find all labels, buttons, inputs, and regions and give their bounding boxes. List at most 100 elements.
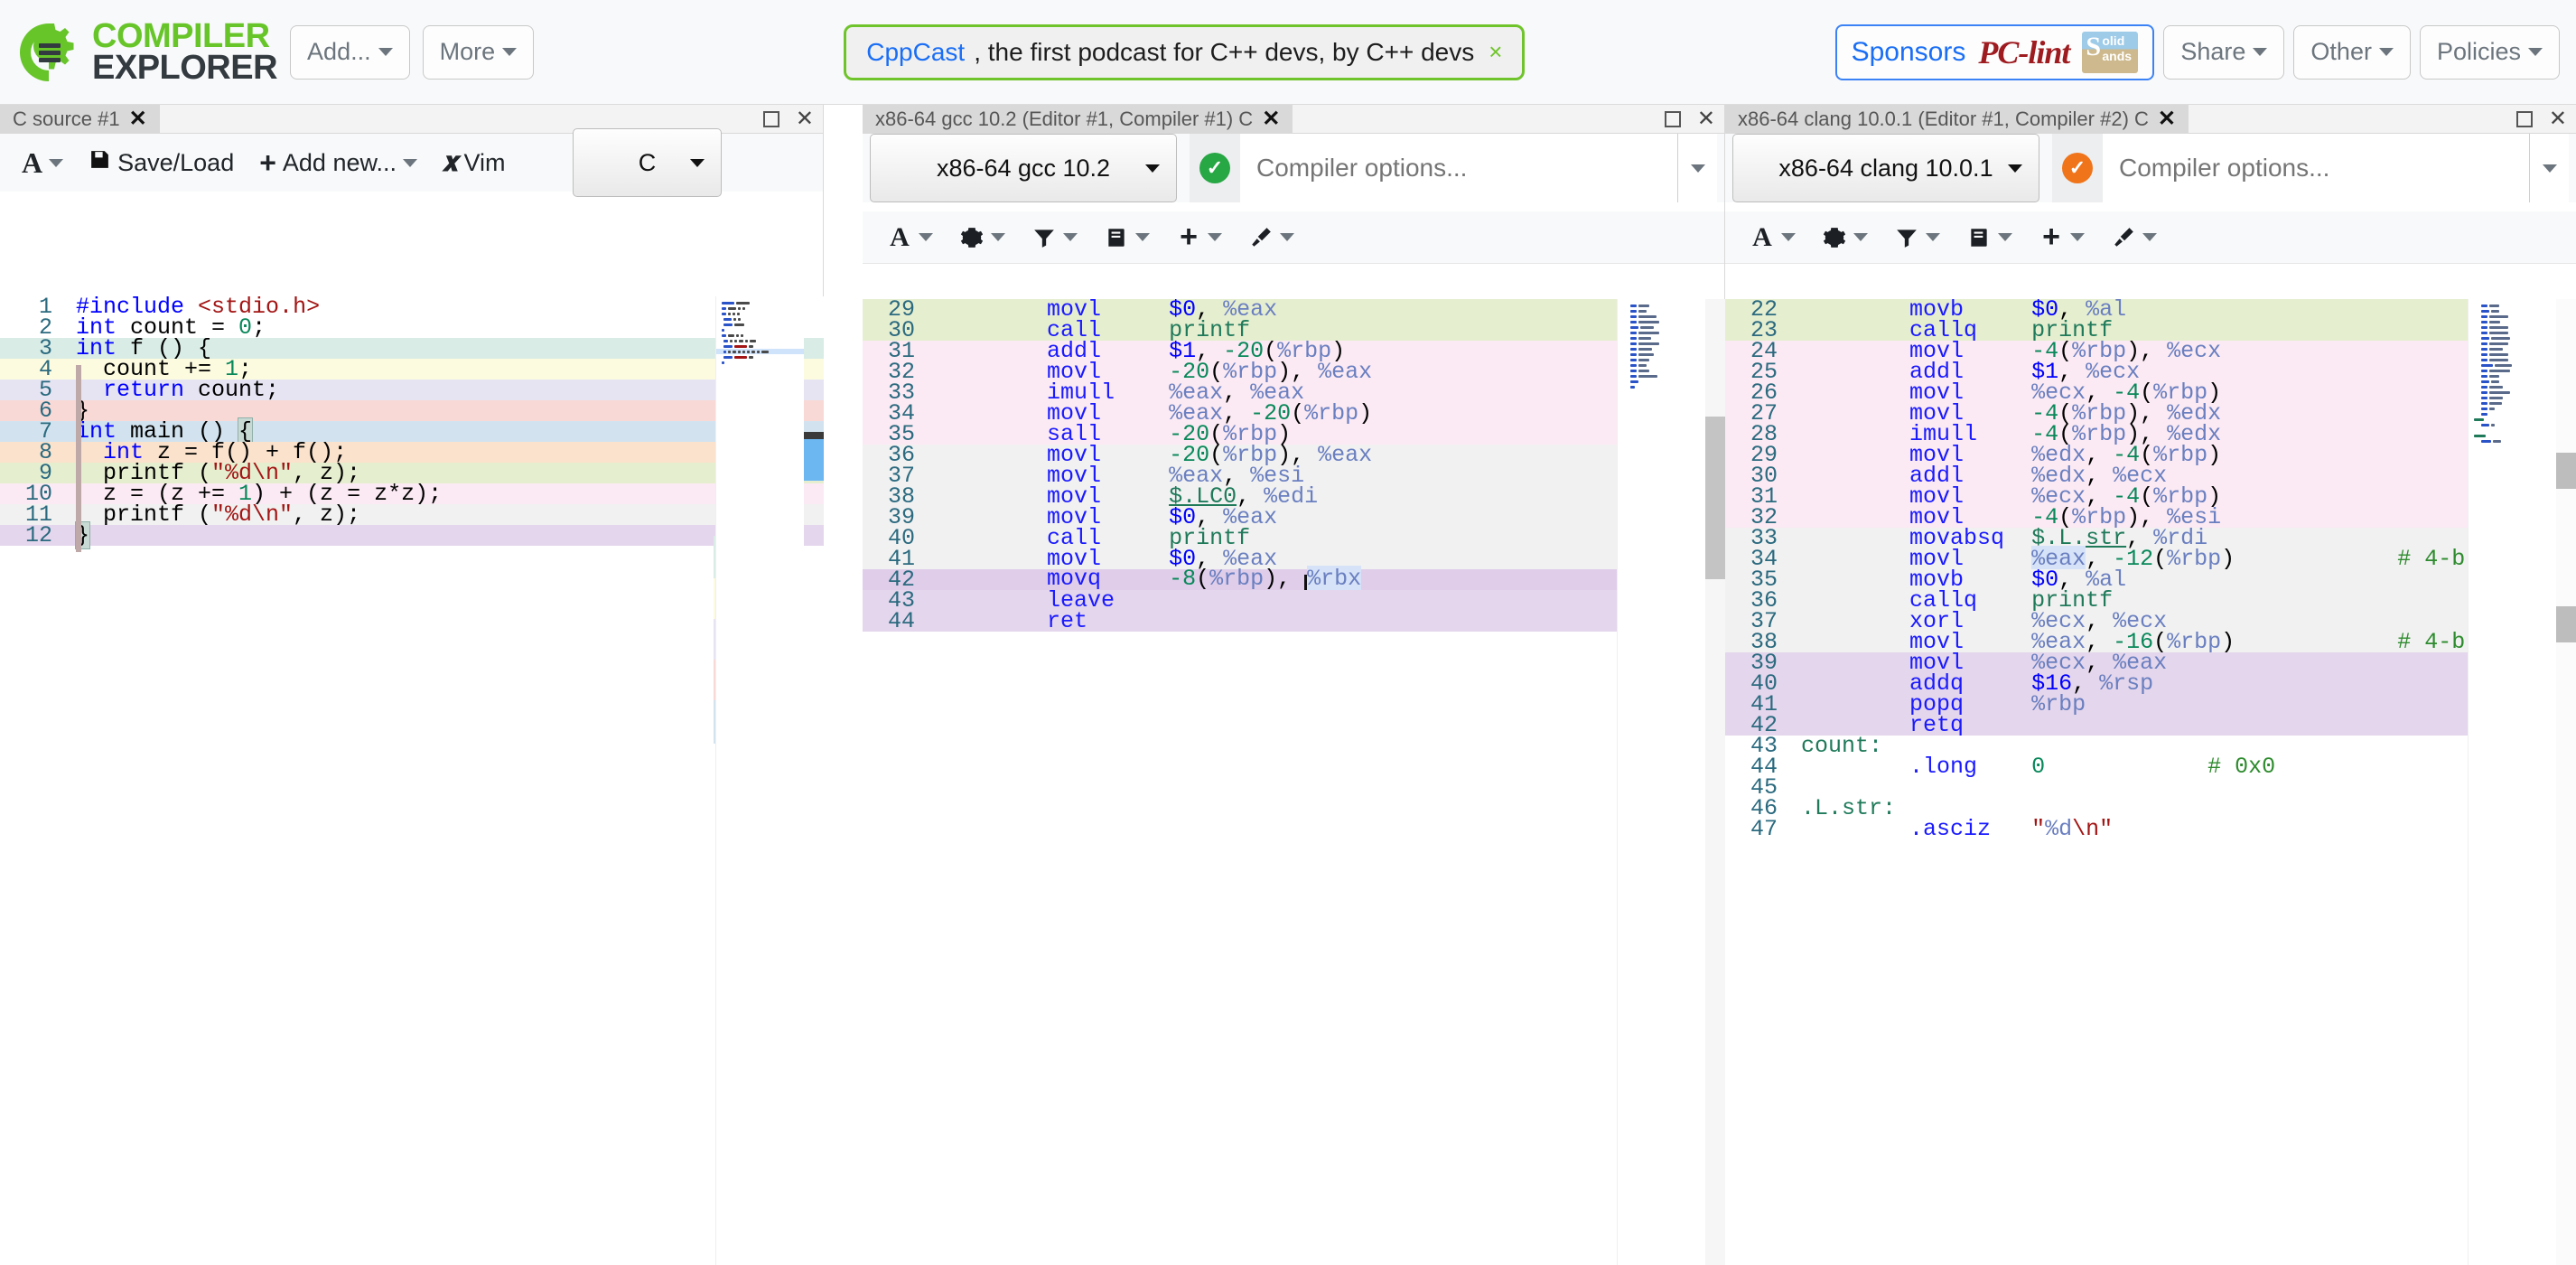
other-dropdown-button[interactable]: Other (2293, 24, 2411, 80)
close-icon[interactable]: ✕ (796, 106, 814, 132)
tab-gcc-compiler[interactable]: x86-64 gcc 10.2 (Editor #1, Compiler #1)… (863, 105, 1293, 133)
line-content: retq (1909, 712, 1965, 738)
source-line: 5 return count; (0, 377, 824, 403)
gcc-settings-button[interactable] (946, 219, 1018, 257)
other-label: Other (2310, 38, 2372, 65)
line-number: 2 (38, 314, 52, 341)
maximize-icon[interactable] (1664, 110, 1681, 127)
gcc-tools-button[interactable] (1235, 219, 1307, 257)
gcc-font-button[interactable]: A (873, 219, 946, 257)
line-number: 3 (38, 335, 52, 361)
line-content: .long 0 # 0x0 (1909, 754, 2276, 780)
source-vertical-scrollbar[interactable] (804, 296, 824, 1265)
clang-libraries-button[interactable] (1953, 219, 2025, 257)
tab-c-source-1[interactable]: C source #1 ✕ (0, 105, 160, 133)
gcc-assembly-output[interactable]: 29 movl $0, %eax 30 call printf 31 addl $1… (863, 299, 1725, 1265)
close-icon[interactable]: ✕ (1262, 106, 1280, 132)
banner-text: , the first podcast for C++ devs, by C++… (974, 37, 1475, 66)
gcc-icon-toolbar: A + (863, 211, 1724, 264)
line-content (1801, 777, 2576, 798)
pclint-logo: PC-lint (1978, 33, 2070, 70)
libraries-icon (1103, 224, 1130, 251)
minimap-line (1618, 384, 1705, 389)
more-dropdown-button[interactable]: More (422, 24, 535, 80)
editor-panel: C source #1 ✕ ✕ A Save/Load + Add new... (0, 105, 824, 1265)
clang-compiler-options-input[interactable] (2103, 134, 2529, 202)
gear-icon (958, 224, 985, 251)
gcc-options-group: ✓ (1190, 134, 1717, 202)
source-minimap[interactable] (715, 296, 804, 1265)
clang-line-list: 22 movb $0, %al 23 callq printf 24 movl -4… (1725, 299, 2576, 842)
chevron-down-icon (919, 233, 933, 241)
add-new-label: Add new... (282, 148, 397, 176)
line-number: 8 (38, 439, 52, 465)
close-icon[interactable]: ✕ (2158, 106, 2176, 132)
maximize-icon[interactable] (762, 110, 779, 127)
clang-assembly-output[interactable]: 22 movb $0, %al 23 callq printf 24 movl -4… (1725, 299, 2576, 1265)
clang-settings-button[interactable] (1808, 219, 1881, 257)
close-icon[interactable]: ✕ (2549, 106, 2567, 132)
gcc-filters-button[interactable] (1018, 219, 1090, 257)
banner-link[interactable]: CppCast (866, 38, 965, 67)
source-line: 12} (0, 521, 824, 549)
clang-add-button[interactable]: + (2025, 219, 2097, 257)
vim-toggle-button[interactable]: 𝐱 Vim (432, 141, 517, 184)
maximize-icon[interactable] (2515, 110, 2533, 127)
compiler-explorer-logo[interactable]: COMPILER EXPLORER (16, 16, 278, 87)
tools-icon (2110, 224, 2137, 251)
clang-vertical-scrollbar[interactable] (2556, 299, 2576, 1265)
gcc-options-dropdown[interactable] (1677, 134, 1717, 202)
gcc-minimap[interactable] (1617, 299, 1705, 1265)
gcc-libraries-button[interactable] (1090, 219, 1162, 257)
save-load-button[interactable]: Save/Load (78, 142, 245, 183)
clang-compiler-select[interactable]: x86-64 clang 10.0.1 (1732, 134, 2039, 202)
gcc-compiler-select[interactable]: x86-64 gcc 10.2 (870, 134, 1177, 202)
solid-sands-s: S (2086, 31, 2102, 61)
clang-filters-button[interactable] (1881, 219, 1953, 257)
chevron-down-icon (1208, 233, 1222, 241)
gcc-line-list: 29 movl $0, %eax 30 call printf 31 addl $1… (863, 299, 1725, 632)
asm-line: 47 .asciz "%d\n" (1725, 816, 2576, 842)
line-number: 4 (38, 356, 52, 382)
editor-tab-title: C source #1 (13, 107, 120, 130)
gcc-vertical-scrollbar[interactable] (1705, 299, 1725, 1265)
add-new-button[interactable]: + Add new... (248, 140, 428, 186)
font-icon: A (890, 221, 910, 252)
close-icon[interactable]: ✕ (129, 106, 147, 132)
source-code-editor[interactable]: 1 #include <stdio.h> 2 int count = 0; 3 int f… (0, 296, 824, 1265)
share-dropdown-button[interactable]: Share (2163, 24, 2285, 80)
line-number: 47 (1750, 816, 1778, 842)
logo-text-compiler: COMPILER (92, 16, 270, 55)
plus-icon: + (259, 145, 276, 179)
chevron-down-icon (1280, 233, 1294, 241)
gcc-compiler-options-input[interactable] (1240, 134, 1677, 202)
source-line: 11 printf ("%d\n", z); (0, 503, 824, 526)
navbar-right-group: Sponsors PC-lint S olid ands Share Other… (1834, 23, 2560, 80)
clang-toolbar: x86-64 clang 10.0.1 ✓ (1725, 134, 2576, 202)
font-icon: A (22, 145, 43, 179)
chevron-down-icon (403, 158, 417, 167)
policies-dropdown-button[interactable]: Policies (2419, 24, 2560, 80)
add-dropdown-button[interactable]: Add... (290, 24, 410, 80)
save-load-label: Save/Load (117, 148, 235, 176)
source-indent-guide (76, 365, 81, 552)
clang-minimap[interactable] (2468, 299, 2556, 1265)
chevron-down-icon (502, 48, 518, 56)
line-number: 7 (38, 418, 52, 445)
tab-clang-compiler[interactable]: x86-64 clang 10.0.1 (Editor #1, Compiler… (1725, 105, 2189, 133)
line-number: 5 (38, 377, 52, 403)
chevron-down-icon (1926, 233, 1940, 241)
gcc-add-button[interactable]: + (1162, 219, 1235, 257)
minimap-line (2469, 438, 2556, 444)
font-icon: A (1752, 221, 1772, 252)
clang-font-button[interactable]: A (1736, 219, 1808, 257)
clang-tools-button[interactable] (2097, 219, 2170, 257)
language-select[interactable]: C (573, 128, 722, 197)
sponsors-button[interactable]: Sponsors PC-lint S olid ands (1834, 23, 2155, 80)
clang-compiler-panel: x86-64 clang 10.0.1 (Editor #1, Compiler… (1725, 105, 2576, 1265)
clang-options-dropdown[interactable] (2529, 134, 2569, 202)
logo-text-explorer: EXPLORER (92, 48, 278, 87)
banner-close-icon[interactable]: × (1489, 38, 1502, 66)
close-icon[interactable]: ✕ (1697, 106, 1715, 132)
font-size-button[interactable]: A (11, 140, 74, 186)
